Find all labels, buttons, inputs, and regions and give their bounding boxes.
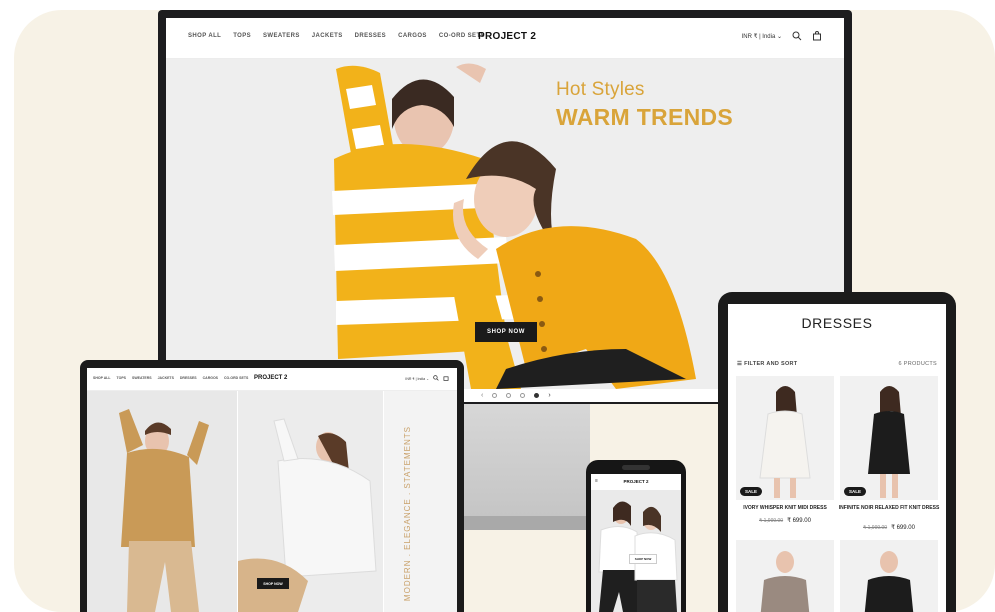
desktop-main-menu: SHOP ALL TOPS SWEATERS JACKETS DRESSES C… xyxy=(188,33,485,39)
brand-logo[interactable]: PROJECT 2 xyxy=(254,375,287,381)
laptop-device: SHOP ALL TOPS SWEATERS JACKETS DRESSES C… xyxy=(80,360,464,612)
desktop-header: SHOP ALL TOPS SWEATERS JACKETS DRESSES C… xyxy=(166,18,844,59)
product-card-image[interactable] xyxy=(840,540,938,612)
header-utilities: INR ₹ | India ⌄ xyxy=(405,375,449,382)
menu-item-dresses[interactable]: DRESSES xyxy=(355,33,386,39)
search-icon[interactable] xyxy=(433,375,439,382)
sale-badge: SALE xyxy=(844,487,867,496)
currency-selector[interactable]: INR ₹ | India ⌄ xyxy=(742,33,782,40)
menu-item-dresses[interactable]: DRESSES xyxy=(180,376,197,380)
hero-heading: WARM TRENDS xyxy=(556,104,734,130)
menu-item-cargos[interactable]: CARGOS xyxy=(203,376,218,380)
monitor-base xyxy=(462,516,590,530)
menu-item-jackets[interactable]: JACKETS xyxy=(158,376,174,380)
menu-item-tops[interactable]: TOPS xyxy=(233,33,251,39)
product-price: ₹ 1,999.00 ₹ 699.00 xyxy=(734,517,836,524)
laptop-header: SHOP ALL TOPS SWEATERS JACKETS DRESSES C… xyxy=(87,368,457,391)
brand-logo[interactable]: PROJECT 2 xyxy=(478,31,536,42)
product-name[interactable]: IVORY WHISPER KNIT MIDI DRESS xyxy=(734,505,836,512)
tablet-device: DRESSES ☰ FILTER AND SORT 6 PRODUCTS SAL… xyxy=(718,292,956,612)
header-utilities: INR ₹ | India ⌄ xyxy=(742,31,822,41)
lookbook-image-left xyxy=(87,391,237,612)
lookbook-image-middle: SHOP NOW xyxy=(238,391,383,612)
menu-item-jackets[interactable]: JACKETS xyxy=(312,33,343,39)
phone-speaker xyxy=(622,465,650,470)
filter-and-sort-button[interactable]: ☰ FILTER AND SORT xyxy=(737,361,797,367)
menu-item-tops[interactable]: TOPS xyxy=(117,376,126,380)
prev-slide-icon[interactable]: ‹ xyxy=(481,392,483,399)
search-icon[interactable] xyxy=(792,31,802,41)
collection-title: DRESSES xyxy=(801,315,873,331)
currency-selector[interactable]: INR ₹ | India ⌄ xyxy=(405,377,429,381)
laptop-main-menu: SHOP ALL TOPS SWEATERS JACKETS DRESSES C… xyxy=(93,376,248,380)
carousel-pagination: ‹ › xyxy=(481,392,551,399)
mobile-phone: ≡ PROJECT 2 SHOP NOW xyxy=(586,460,686,612)
carousel-dot-1[interactable] xyxy=(492,393,498,398)
product-card-image[interactable]: SALE xyxy=(840,376,938,500)
menu-item-shop-all[interactable]: SHOP ALL xyxy=(188,33,221,39)
monitor-stand xyxy=(462,404,590,522)
laptop-screen: SHOP ALL TOPS SWEATERS JACKETS DRESSES C… xyxy=(87,368,457,612)
menu-item-shop-all[interactable]: SHOP ALL xyxy=(93,376,111,380)
tablet-screen: DRESSES ☰ FILTER AND SORT 6 PRODUCTS SAL… xyxy=(728,304,946,612)
menu-item-sweaters[interactable]: SWEATERS xyxy=(132,376,152,380)
carousel-dot-2[interactable] xyxy=(506,393,512,398)
filter-label: FILTER AND SORT xyxy=(744,361,798,367)
phone-hero-image: SHOP NOW xyxy=(591,490,681,612)
carousel-dot-3[interactable] xyxy=(520,393,526,398)
shop-now-button[interactable]: SHOP NOW xyxy=(475,322,537,342)
product-card-image[interactable]: SALE xyxy=(736,376,834,500)
product-card-image[interactable] xyxy=(736,540,834,612)
original-price: ₹ 1,999.00 xyxy=(863,525,888,531)
sale-price: ₹ 699.00 xyxy=(891,525,915,531)
original-price: ₹ 1,999.00 xyxy=(759,518,784,524)
filter-icon: ☰ xyxy=(737,361,745,367)
menu-item-sweaters[interactable]: SWEATERS xyxy=(263,33,300,39)
product-price: ₹ 1,999.00 ₹ 699.00 xyxy=(838,524,940,531)
next-slide-icon[interactable]: › xyxy=(548,392,550,399)
sale-badge: SALE xyxy=(740,487,763,496)
shop-now-button[interactable]: SHOP NOW xyxy=(257,578,289,589)
lookbook-tagline: MODERN . ELEGANCE . STATEMENTS xyxy=(403,426,412,602)
carousel-dot-4[interactable] xyxy=(534,393,540,398)
lookbook-side-panel xyxy=(384,391,457,612)
brand-logo[interactable]: PROJECT 2 xyxy=(591,479,681,484)
menu-item-cargos[interactable]: CARGOS xyxy=(398,33,427,39)
cart-icon[interactable] xyxy=(812,31,822,41)
phone-screen: ≡ PROJECT 2 SHOP NOW xyxy=(591,474,681,612)
cart-icon[interactable] xyxy=(443,375,449,382)
hero-subheading: Hot Styles xyxy=(556,79,645,100)
product-count: 6 PRODUCTS xyxy=(898,361,937,367)
menu-item-co-ord-sets[interactable]: CO-ORD SETS xyxy=(224,376,248,380)
sale-price: ₹ 699.00 xyxy=(787,518,811,524)
product-name[interactable]: INFINITE NOIR RELAXED FIT KNIT DRESS xyxy=(838,505,940,512)
shop-now-button[interactable]: SHOP NOW xyxy=(629,554,657,564)
